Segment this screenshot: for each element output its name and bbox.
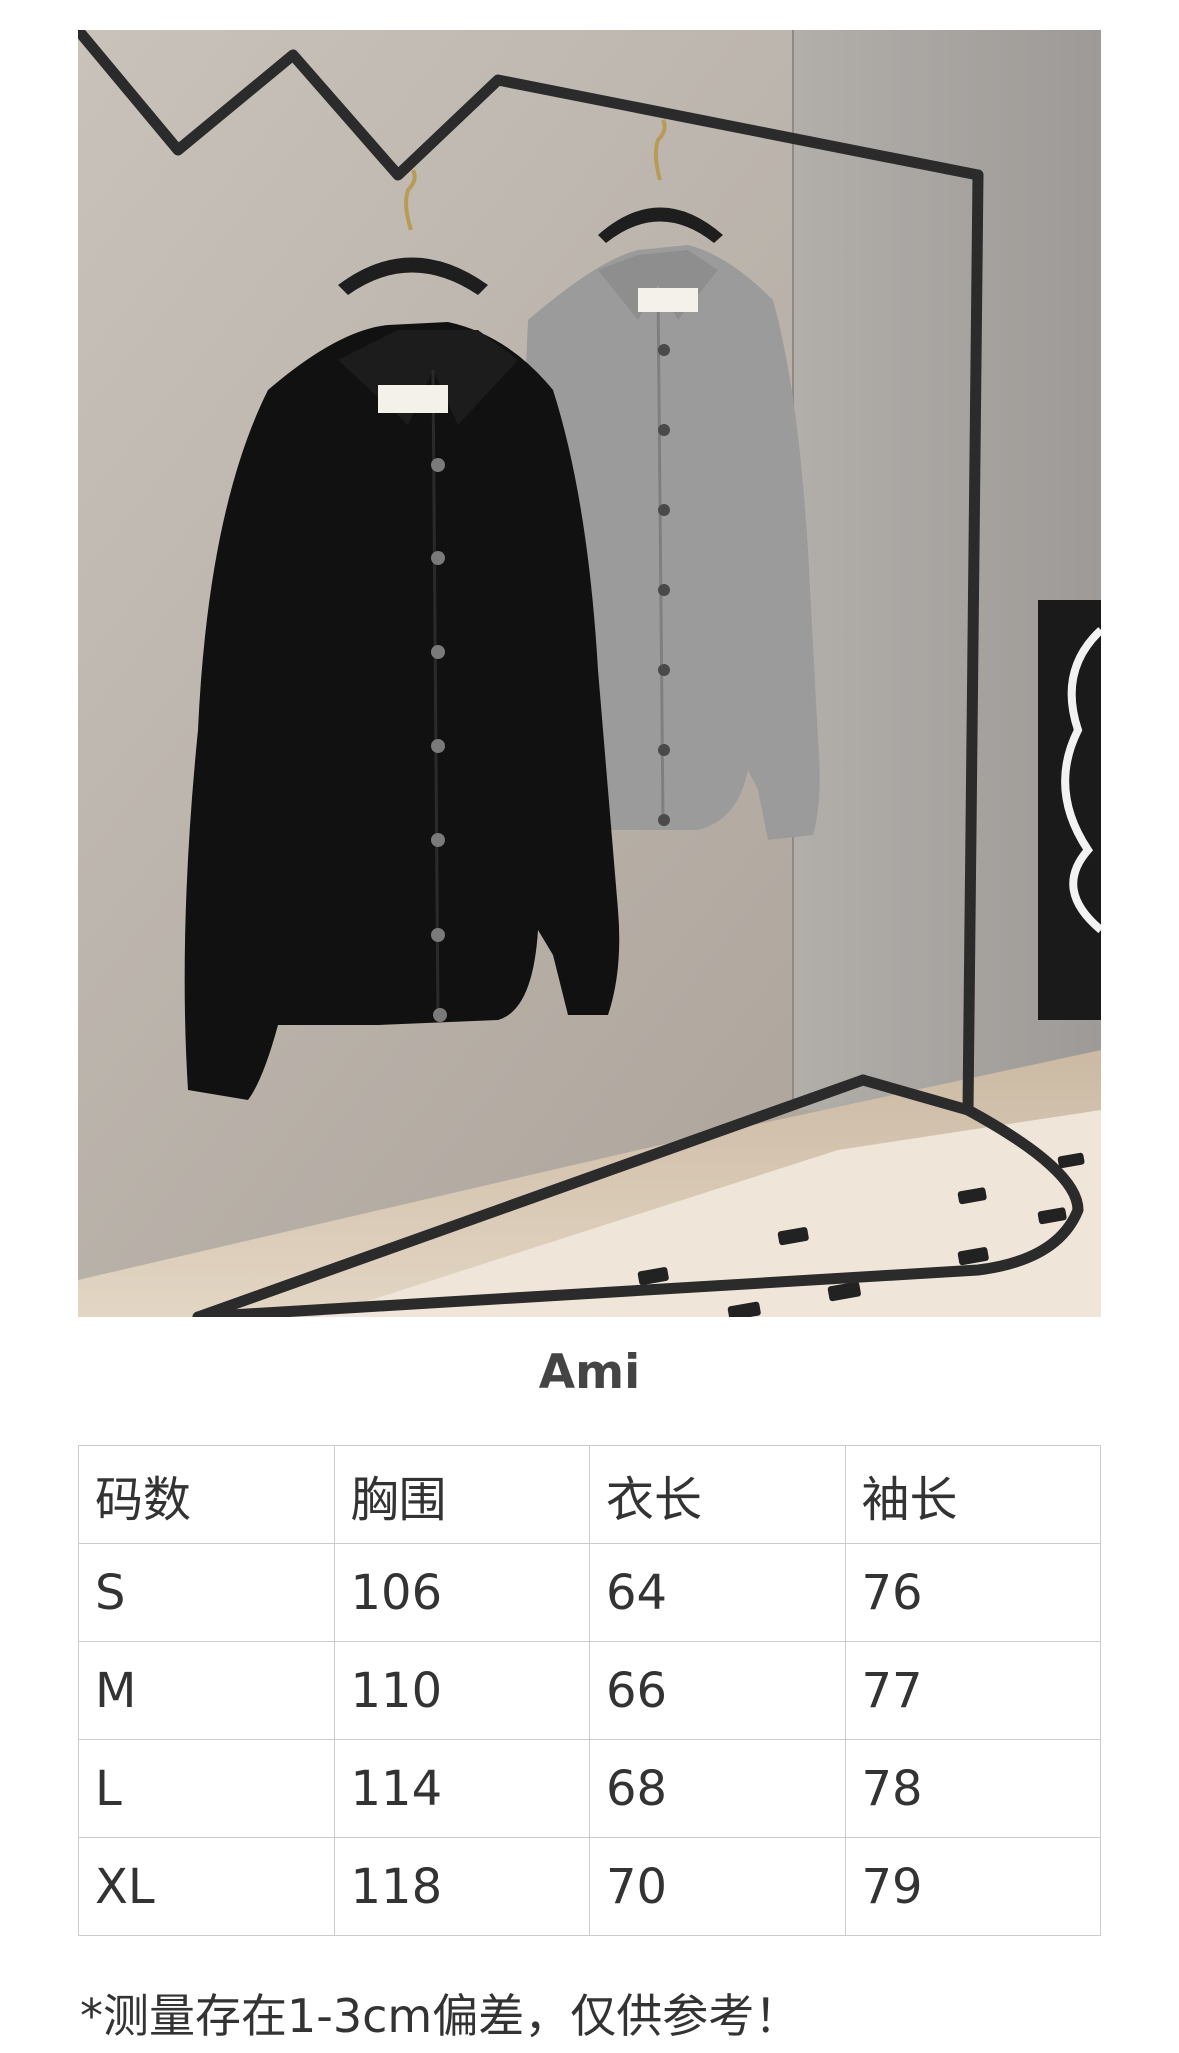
- cell-size: L: [78, 1739, 335, 1838]
- cell-chest: 106: [333, 1543, 590, 1642]
- table-row: XL 118 70 79: [78, 1837, 1101, 1936]
- table-row: M 110 66 77: [78, 1641, 1101, 1740]
- header-chest: 胸围: [333, 1445, 590, 1544]
- cell-chest: 114: [333, 1739, 590, 1838]
- cell-length: 66: [589, 1641, 846, 1740]
- table-row: L 114 68 78: [78, 1739, 1101, 1838]
- header-sleeve: 袖长: [844, 1445, 1101, 1544]
- header-size: 码数: [78, 1445, 335, 1544]
- cell-sleeve: 77: [844, 1641, 1101, 1740]
- cell-size: XL: [78, 1837, 335, 1936]
- table-row: S 106 64 76: [78, 1543, 1101, 1642]
- cell-sleeve: 78: [844, 1739, 1101, 1838]
- product-photo: [78, 30, 1101, 1317]
- size-table: 码数 胸围 衣长 袖长 S 106 64 76 M 110 66 77 L 11…: [78, 1445, 1101, 1936]
- cell-size: S: [78, 1543, 335, 1642]
- cell-chest: 118: [333, 1837, 590, 1936]
- cell-length: 68: [589, 1739, 846, 1838]
- cell-size: M: [78, 1641, 335, 1740]
- header-length: 衣长: [589, 1445, 846, 1544]
- measurement-note: *测量存在1-3cm偏差，仅供参考！: [80, 1989, 801, 2043]
- cell-sleeve: 79: [844, 1837, 1101, 1936]
- cell-sleeve: 76: [844, 1543, 1101, 1642]
- brand-title: Ami: [538, 1345, 641, 1400]
- cell-length: 64: [589, 1543, 846, 1642]
- cell-length: 70: [589, 1837, 846, 1936]
- table-header-row: 码数 胸围 衣长 袖长: [78, 1445, 1101, 1544]
- cell-chest: 110: [333, 1641, 590, 1740]
